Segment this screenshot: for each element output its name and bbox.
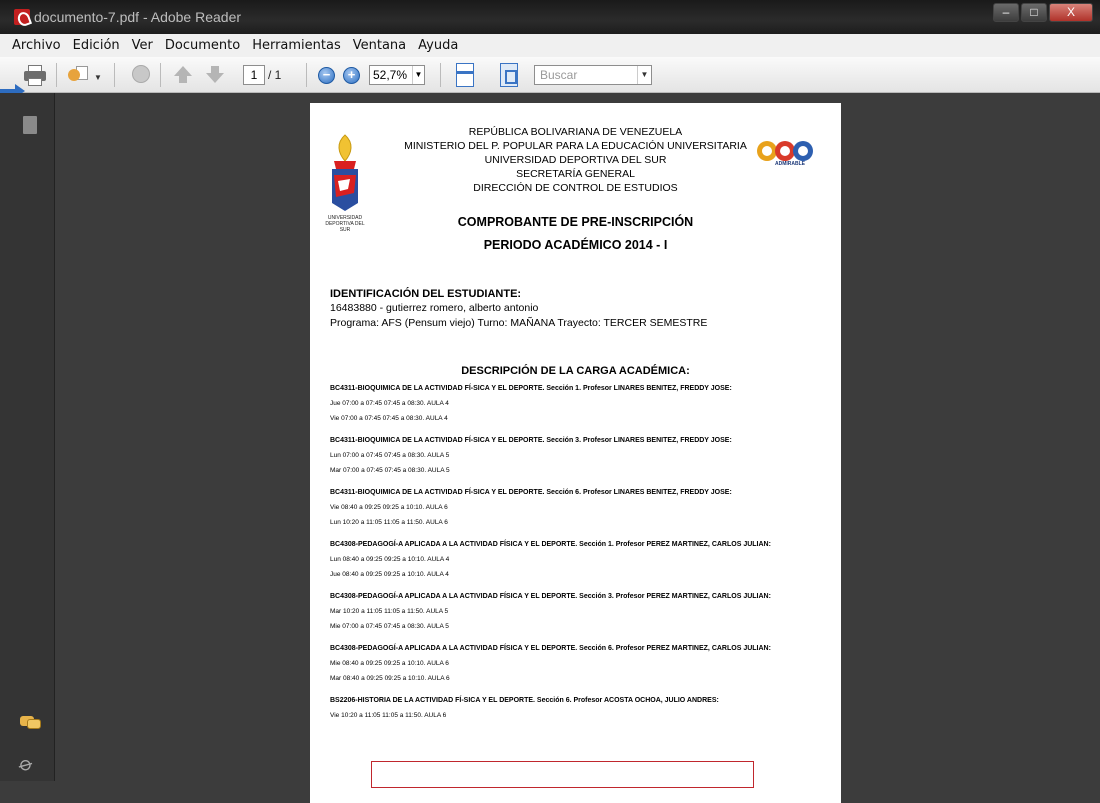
- comments-icon[interactable]: [20, 714, 42, 730]
- adobe-reader-icon: [14, 9, 30, 25]
- course-title: BC4308-PEDAGOGÍ-A APLICADA A LA ACTIVIDA…: [330, 593, 771, 600]
- carga-heading: DESCRIPCIÓN DE LA CARGA ACADÉMICA:: [461, 365, 690, 377]
- toolbar-separator: [114, 63, 115, 87]
- previous-page-button[interactable]: [172, 63, 194, 87]
- course-item: BS2206-HISTORIA DE LA ACTIVIDAD FÍ-SICA …: [330, 693, 830, 723]
- menu-ver[interactable]: Ver: [126, 38, 159, 53]
- course-schedule: Mar 08:40 a 09:25 09:25 a 10:10. AULA 6: [330, 675, 450, 682]
- zoom-in-icon[interactable]: +: [343, 67, 360, 84]
- menu-ayuda[interactable]: Ayuda: [412, 38, 464, 53]
- course-schedule: Jue 08:40 a 09:25 09:25 a 10:10. AULA 4: [330, 571, 449, 578]
- course-title: BC4308-PEDAGOGÍ-A APLICADA A LA ACTIVIDA…: [330, 645, 771, 652]
- course-item: BC4308-PEDAGOGÍ-A APLICADA A LA ACTIVIDA…: [330, 589, 830, 634]
- menu-bar: Archivo Edición Ver Documento Herramient…: [0, 34, 1100, 57]
- toolbar-separator: [56, 63, 57, 87]
- window-controls: – □ X: [993, 3, 1093, 22]
- course-schedule: Mar 10:20 a 11:05 11:05 a 11:50. AULA 5: [330, 608, 449, 615]
- bicentennial-logo: ADMIRABLE: [755, 137, 817, 181]
- zoom-level-value: 52,7%: [373, 68, 408, 82]
- course-title: BC4311-BIOQUIMICA DE LA ACTIVIDAD FÍ-SIC…: [330, 437, 732, 444]
- course-schedule: Mar 07:00 a 07:45 07:45 a 08:30. AULA 5: [330, 467, 450, 474]
- title-bar: documento-7.pdf - Adobe Reader – □ X: [0, 0, 1100, 34]
- academic-period: PERIODO ACADÉMICO 2014 - I: [483, 238, 668, 252]
- close-button[interactable]: X: [1049, 3, 1093, 22]
- next-page-button[interactable]: [204, 63, 226, 87]
- bicentennial-logo-label: ADMIRABLE: [775, 161, 805, 167]
- minimize-button[interactable]: –: [993, 3, 1019, 22]
- document-title: COMPROBANTE DE PRE-INSCRIPCIÓN: [457, 215, 694, 229]
- menu-edicion[interactable]: Edición: [67, 38, 126, 53]
- toolbar: ▼ 1 / 1 − + 52,7% ▼ Buscar ▼: [0, 57, 1100, 93]
- student-name: 16483880 - gutierrez romero, alberto ant…: [330, 302, 539, 314]
- menu-ventana[interactable]: Ventana: [347, 38, 412, 53]
- course-schedule: Lun 08:40 a 09:25 09:25 a 10:10. AULA 4: [330, 556, 450, 563]
- course-schedule: Lun 07:00 a 07:45 07:45 a 08:30. AULA 5: [330, 452, 450, 459]
- course-schedule: Vie 10:20 a 11:05 11:05 a 11:50. AULA 6: [330, 712, 447, 719]
- menu-herramientas[interactable]: Herramientas: [246, 38, 347, 53]
- fit-width-icon[interactable]: [456, 63, 474, 87]
- zoom-out-icon[interactable]: −: [318, 67, 335, 84]
- course-title: BC4311-BIOQUIMICA DE LA ACTIVIDAD FÍ-SIC…: [330, 385, 732, 392]
- course-schedule: Jue 07:00 a 07:45 07:45 a 08:30. AULA 4: [330, 400, 449, 407]
- search-placeholder: Buscar: [540, 68, 578, 82]
- course-schedule: Vie 07:00 a 07:45 07:45 a 08:30. AULA 4: [330, 415, 448, 422]
- navigation-sidebar: ⌀: [0, 93, 55, 781]
- maximize-button[interactable]: □: [1021, 3, 1047, 22]
- toolbar-separator: [160, 63, 161, 87]
- attachment-icon[interactable]: ⌀: [15, 750, 43, 780]
- student-program: Programa: AFS (Pensum viejo) Turno: MAÑA…: [330, 317, 708, 329]
- printer-icon[interactable]: [22, 63, 48, 87]
- signature-box: [371, 761, 754, 788]
- window-title: documento-7.pdf - Adobe Reader: [34, 9, 242, 25]
- page-number-input[interactable]: 1: [243, 65, 265, 85]
- document-viewer[interactable]: UNIVERSIDAD DEPORTIVA DEL SUR REPÚBLICA …: [56, 93, 1100, 803]
- course-item: BC4308-PEDAGOGÍ-A APLICADA A LA ACTIVIDA…: [330, 537, 830, 582]
- course-item: BC4311-BIOQUIMICA DE LA ACTIVIDAD FÍ-SIC…: [330, 381, 830, 426]
- course-title: BS2206-HISTORIA DE LA ACTIVIDAD FÍ-SICA …: [330, 697, 719, 704]
- pdf-page: UNIVERSIDAD DEPORTIVA DEL SUR REPÚBLICA …: [310, 103, 841, 803]
- pages-panel-icon[interactable]: [19, 116, 37, 137]
- fit-page-icon[interactable]: [500, 63, 518, 87]
- hand-tool-icon[interactable]: [130, 63, 152, 87]
- course-schedule: Mie 07:00 a 07:45 07:45 a 08:30. AULA 5: [330, 623, 449, 630]
- toolbar-separator: [306, 63, 307, 87]
- zoom-level-select[interactable]: 52,7% ▼: [369, 65, 425, 85]
- course-item: BC4308-PEDAGOGÍ-A APLICADA A LA ACTIVIDA…: [330, 641, 830, 686]
- chevron-down-icon[interactable]: ▼: [412, 66, 424, 84]
- course-item: BC4311-BIOQUIMICA DE LA ACTIVIDAD FÍ-SIC…: [330, 485, 830, 530]
- chevron-down-icon[interactable]: ▼: [94, 73, 102, 82]
- course-list: BC4311-BIOQUIMICA DE LA ACTIVIDAD FÍ-SIC…: [330, 381, 830, 730]
- search-input[interactable]: Buscar ▼: [534, 65, 652, 85]
- menu-archivo[interactable]: Archivo: [6, 38, 67, 53]
- course-schedule: Vie 08:40 a 09:25 09:25 a 10:10. AULA 6: [330, 504, 448, 511]
- student-heading: IDENTIFICACIÓN DEL ESTUDIANTE:: [330, 288, 522, 300]
- course-title: BC4311-BIOQUIMICA DE LA ACTIVIDAD FÍ-SIC…: [330, 489, 732, 496]
- toolbar-separator: [440, 63, 441, 87]
- chevron-down-icon[interactable]: ▼: [637, 66, 651, 84]
- course-schedule: Mie 08:40 a 09:25 09:25 a 10:10. AULA 6: [330, 660, 449, 667]
- menu-documento[interactable]: Documento: [159, 38, 246, 53]
- course-item: BC4311-BIOQUIMICA DE LA ACTIVIDAD FÍ-SIC…: [330, 433, 830, 478]
- header-line: DIRECCIÓN DE CONTROL DE ESTUDIOS: [473, 182, 678, 194]
- page-total-label: / 1: [268, 68, 282, 82]
- course-schedule: Lun 10:20 a 11:05 11:05 a 11:50. AULA 6: [330, 519, 448, 526]
- course-title: BC4308-PEDAGOGÍ-A APLICADA A LA ACTIVIDA…: [330, 541, 771, 548]
- collaborate-icon[interactable]: [66, 63, 90, 87]
